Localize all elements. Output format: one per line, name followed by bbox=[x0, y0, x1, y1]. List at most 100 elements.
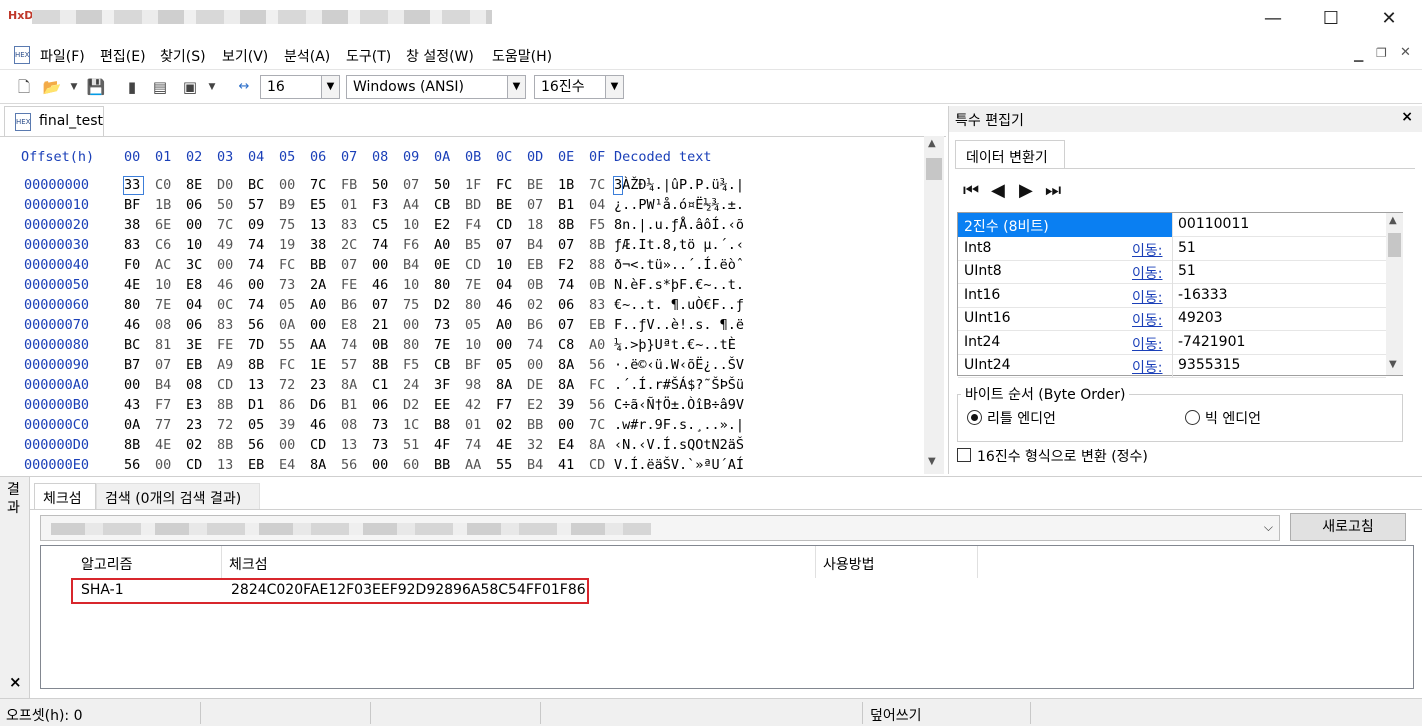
little-endian-radio[interactable] bbox=[967, 410, 982, 425]
hex-byte[interactable]: 38 bbox=[124, 217, 140, 233]
decoded-text[interactable]: ƒÆ.It.8,tö µ.´.‹ bbox=[614, 237, 744, 253]
converter-value[interactable]: 51 bbox=[1178, 263, 1196, 279]
hex-byte[interactable]: B6 bbox=[527, 317, 543, 333]
hex-byte[interactable]: 05 bbox=[496, 357, 512, 373]
hex-byte[interactable]: 08 bbox=[186, 377, 202, 393]
hex-byte[interactable]: 46 bbox=[310, 417, 326, 433]
hex-byte[interactable]: D0 bbox=[217, 177, 233, 193]
mdi-close-icon[interactable]: ✕ bbox=[1400, 45, 1411, 60]
mdi-minimize-icon[interactable]: ▁ bbox=[1354, 48, 1363, 62]
hex-byte[interactable]: AA bbox=[465, 457, 481, 473]
hex-byte[interactable]: B1 bbox=[558, 197, 574, 213]
hex-byte[interactable]: CD bbox=[589, 457, 605, 473]
hex-byte[interactable]: 80 bbox=[403, 337, 419, 353]
tab-search[interactable]: 검색 (0개의 검색 결과) bbox=[96, 483, 260, 509]
menu-help[interactable]: 도움말(H) bbox=[492, 46, 552, 66]
column-algorithm[interactable]: 알고리즘 bbox=[81, 554, 133, 574]
hex-byte[interactable]: 00 bbox=[310, 317, 326, 333]
hex-format-checkbox[interactable] bbox=[957, 448, 971, 462]
hex-byte[interactable]: AA bbox=[310, 337, 326, 353]
hex-byte[interactable]: BC bbox=[124, 337, 140, 353]
hex-byte[interactable]: 24 bbox=[403, 377, 419, 393]
hex-byte[interactable]: AC bbox=[155, 257, 171, 273]
next-icon[interactable]: ▶ bbox=[1019, 180, 1033, 201]
hex-byte[interactable]: 7C bbox=[217, 217, 233, 233]
hex-byte[interactable]: 1B bbox=[558, 177, 574, 193]
hex-byte[interactable]: 07 bbox=[155, 357, 171, 373]
hex-byte[interactable]: C8 bbox=[558, 337, 574, 353]
hex-byte[interactable]: 81 bbox=[155, 337, 171, 353]
converter-row[interactable]: UInt16 이동: 49203 bbox=[958, 307, 1386, 331]
converter-value[interactable]: -16333 bbox=[1178, 287, 1228, 303]
hex-byte[interactable]: E3 bbox=[186, 397, 202, 413]
hex-byte[interactable]: 88 bbox=[589, 257, 605, 273]
hex-byte[interactable]: 13 bbox=[341, 437, 357, 453]
results-close-icon[interactable]: × bbox=[9, 673, 22, 691]
menu-view[interactable]: 보기(V) bbox=[222, 46, 268, 66]
converter-row[interactable]: UInt24 이동: 9355315 bbox=[958, 354, 1386, 378]
hex-byte[interactable]: 73 bbox=[372, 417, 388, 433]
hex-byte[interactable]: 56 bbox=[124, 457, 140, 473]
hex-byte[interactable]: 00 bbox=[124, 377, 140, 393]
converter-row[interactable]: Int16 이동: -16333 bbox=[958, 283, 1386, 308]
goto-link[interactable]: 이동: bbox=[1132, 287, 1162, 307]
hex-byte[interactable]: EB bbox=[248, 457, 264, 473]
hex-editor-pane[interactable]: Offset(h) 00 01 02 03 04 05 06 07 08 09 0A 0B 0C 0D 0E 0… bbox=[0, 136, 946, 474]
hex-byte[interactable]: 83 bbox=[341, 217, 357, 233]
hex-byte[interactable]: 13 bbox=[248, 377, 264, 393]
tab-checksum[interactable]: 체크섬 bbox=[34, 483, 96, 509]
hex-byte[interactable]: 51 bbox=[403, 437, 419, 453]
first-icon[interactable]: ⏮ bbox=[963, 180, 979, 201]
decoded-text[interactable]: V.Í.ëäŠV.`»ªU´AÍ bbox=[614, 457, 744, 473]
hex-byte[interactable]: B8 bbox=[434, 417, 450, 433]
hex-byte[interactable]: 8B bbox=[558, 217, 574, 233]
decoded-text[interactable]: 3ÀŽÐ¼.|ûP.P.ü¾.| bbox=[614, 177, 744, 193]
scroll-down-icon[interactable]: ▼ bbox=[1389, 359, 1397, 370]
hex-byte[interactable]: 0A bbox=[124, 417, 140, 433]
hex-byte[interactable]: 75 bbox=[403, 297, 419, 313]
hex-byte[interactable]: 74 bbox=[372, 237, 388, 253]
hex-byte[interactable]: 02 bbox=[527, 297, 543, 313]
hex-byte[interactable]: 8B bbox=[217, 437, 233, 453]
hex-byte[interactable]: 72 bbox=[279, 377, 295, 393]
hex-byte[interactable]: 10 bbox=[403, 217, 419, 233]
hex-byte[interactable]: 7E bbox=[155, 297, 171, 313]
save-icon[interactable]: 💾 bbox=[86, 77, 106, 97]
hex-byte[interactable]: BF bbox=[124, 197, 140, 213]
hex-byte[interactable]: 57 bbox=[248, 197, 264, 213]
hex-byte[interactable]: 7C bbox=[310, 177, 326, 193]
converter-value[interactable]: 9355315 bbox=[1178, 357, 1240, 373]
hex-byte[interactable]: CD bbox=[186, 457, 202, 473]
hex-byte[interactable]: 8B bbox=[589, 237, 605, 253]
hex-byte[interactable]: FC bbox=[279, 257, 295, 273]
menu-edit[interactable]: 편집(E) bbox=[100, 46, 146, 66]
hex-byte[interactable]: 60 bbox=[403, 457, 419, 473]
goto-link[interactable]: 이동: bbox=[1132, 240, 1162, 260]
minimize-button[interactable]: — bbox=[1250, 4, 1296, 34]
hex-byte[interactable]: 83 bbox=[217, 317, 233, 333]
converter-row[interactable]: 2진수 (8비트) 00110011 bbox=[958, 213, 1386, 237]
hex-byte[interactable]: 8B bbox=[372, 357, 388, 373]
hex-byte[interactable]: 1B bbox=[155, 197, 171, 213]
hex-byte[interactable]: 18 bbox=[527, 217, 543, 233]
hex-byte[interactable]: 0B bbox=[527, 277, 543, 293]
menu-tools[interactable]: 도구(T) bbox=[346, 46, 391, 66]
hex-byte[interactable]: BE bbox=[527, 177, 543, 193]
hex-byte[interactable]: E2 bbox=[434, 217, 450, 233]
hex-byte[interactable]: 07 bbox=[558, 317, 574, 333]
hex-byte[interactable]: 19 bbox=[279, 237, 295, 253]
hex-byte[interactable]: 08 bbox=[341, 417, 357, 433]
hex-byte[interactable]: E5 bbox=[310, 197, 326, 213]
maximize-button[interactable]: ☐ bbox=[1308, 4, 1354, 34]
hex-byte[interactable]: FC bbox=[589, 377, 605, 393]
hex-byte[interactable]: 07 bbox=[496, 237, 512, 253]
hex-byte[interactable]: 02 bbox=[186, 437, 202, 453]
hex-byte[interactable]: 77 bbox=[155, 417, 171, 433]
hex-byte[interactable]: 8B bbox=[124, 437, 140, 453]
hex-byte[interactable]: 08 bbox=[155, 317, 171, 333]
hex-byte[interactable]: C1 bbox=[372, 377, 388, 393]
checksum-list[interactable]: 알고리즘 체크섬 사용방법 SHA-1 2824C020FAE12F03EEF9… bbox=[40, 545, 1414, 689]
hex-byte[interactable]: 06 bbox=[372, 397, 388, 413]
hex-byte[interactable]: 2C bbox=[341, 237, 357, 253]
close-window-button[interactable]: ✕ bbox=[1366, 4, 1412, 34]
